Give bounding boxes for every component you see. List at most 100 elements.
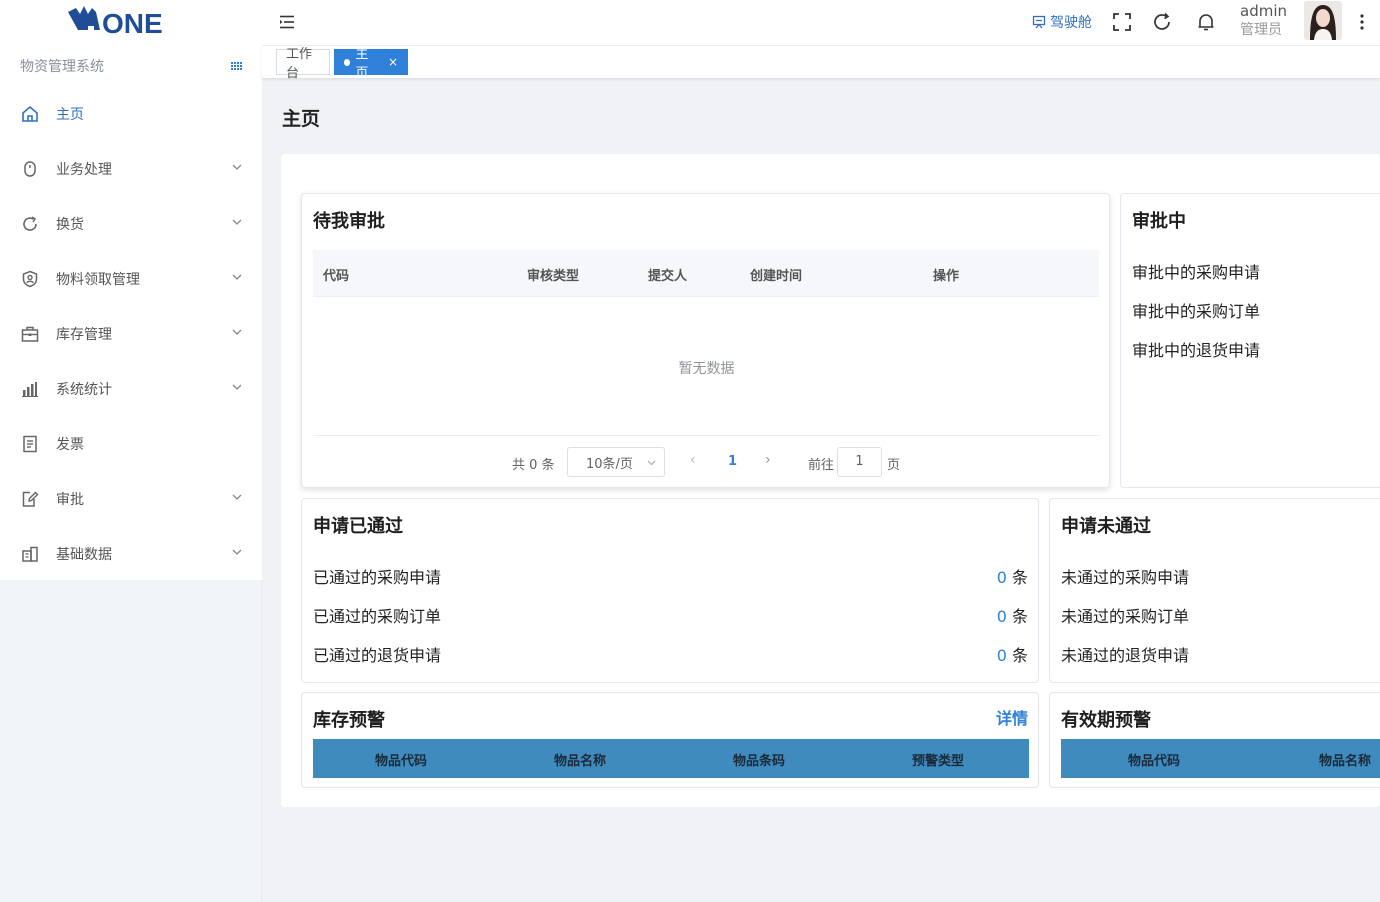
cockpit-label: 驾驶舱 — [1050, 15, 1092, 31]
user-info[interactable]: admin 管理员 — [1240, 2, 1287, 40]
hamburger-menu-icon[interactable] — [278, 13, 296, 31]
page-title: 主页 — [282, 108, 321, 130]
in-approval-item[interactable]: 审批中的采购订单 — [1132, 298, 1260, 322]
fullscreen-icon[interactable] — [1112, 12, 1132, 32]
page-size-select[interactable]: 10条/页 — [567, 447, 665, 477]
column-header: 操作 — [933, 269, 960, 284]
table-header: 物品代码 物品名称 物品条码 预警类型 — [313, 739, 1029, 778]
count-value[interactable]: 0 — [997, 568, 1007, 587]
rejected-item[interactable]: 未通过的采购订单 — [1061, 603, 1189, 627]
next-page-button[interactable]: › — [765, 452, 771, 468]
goto-label: 前往 — [808, 458, 835, 473]
refresh-icon[interactable] — [1152, 12, 1172, 32]
briefcase-icon — [21, 325, 39, 343]
rejected-item[interactable]: 未通过的采购申请 — [1061, 564, 1189, 588]
card-title: 待我审批 — [313, 211, 385, 232]
current-page-number[interactable]: 1 — [728, 454, 737, 469]
bar-chart-icon — [21, 380, 39, 398]
sidebar-item-base-data[interactable]: 基础数据 — [0, 526, 262, 581]
column-header: 代码 — [323, 269, 350, 284]
sidebar-item-label: 库存管理 — [56, 326, 112, 343]
grid-menu-icon[interactable] — [230, 59, 244, 73]
in-approval-item[interactable]: 审批中的退货申请 — [1132, 337, 1260, 361]
approved-count: 0条 — [997, 564, 1028, 588]
count-unit: 条 — [1011, 607, 1028, 626]
shield-user-icon — [21, 270, 39, 288]
chevron-down-icon — [232, 329, 242, 335]
sidebar-item-exchange[interactable]: 换货 — [0, 196, 262, 251]
in-approval-card: 审批中 审批中的采购申请 审批中的采购订单 审批中的退货申请 — [1120, 193, 1380, 488]
count-unit: 条 — [1011, 646, 1028, 665]
sidebar-item-approval[interactable]: 审批 — [0, 471, 262, 526]
building-chart-icon — [21, 545, 39, 563]
divider — [313, 435, 1099, 436]
sidebar-item-invoice[interactable]: 发票 — [0, 416, 262, 471]
active-dot-icon — [344, 58, 351, 66]
edit-doc-icon — [21, 490, 39, 508]
user-role: 管理员 — [1240, 22, 1282, 38]
tab-workbench[interactable]: 工作台 — [276, 47, 330, 81]
sidebar-item-label: 主页 — [56, 106, 84, 123]
sidebar-item-material-pickup[interactable]: 物料领取管理 — [0, 251, 262, 306]
mouse-icon — [21, 160, 39, 178]
sidebar-item-statistics[interactable]: 系统统计 — [0, 361, 262, 416]
more-vertical-icon[interactable] — [1357, 12, 1367, 32]
rejected-item[interactable]: 未通过的退货申请 — [1061, 642, 1189, 666]
logo-text: ONE — [102, 8, 163, 38]
chevron-down-icon — [232, 384, 242, 390]
table-header: 代码 审核类型 提交人 创建时间 操作 — [313, 250, 1099, 297]
approved-item[interactable]: 已通过的采购申请 — [313, 564, 441, 588]
sidebar-item-label: 业务处理 — [56, 161, 112, 178]
system-name: 物资管理系统 — [20, 59, 104, 75]
sidebar-item-business[interactable]: 业务处理 — [0, 141, 262, 196]
avatar-image — [1304, 1, 1342, 40]
column-header: 物品代码 — [375, 754, 428, 769]
sidebar-menu: 主页 业务处理 换货 物料领取管理 库存管理 系统统计 发票 审批 基础数据 — [0, 86, 262, 581]
goto-page-input[interactable]: 1 — [837, 447, 882, 477]
document-icon — [21, 435, 39, 453]
sidebar-item-home[interactable]: 主页 — [0, 86, 262, 141]
prev-page-button[interactable]: ‹ — [690, 452, 696, 468]
pagination-total: 共 0 条 — [512, 458, 555, 473]
tab-home[interactable]: 主页 × — [334, 47, 408, 81]
pending-approval-card: 待我审批 代码 审核类型 提交人 创建时间 操作 暂无数据 共 0 条 10条/… — [301, 193, 1110, 488]
approved-count: 0条 — [997, 642, 1028, 666]
card-title: 申请未通过 — [1061, 516, 1151, 537]
notification-bell-icon[interactable] — [1196, 12, 1216, 32]
top-header: 驾驶舱 admin 管理员 — [262, 0, 1380, 46]
column-header: 物品条码 — [733, 754, 786, 769]
app-logo[interactable]: ONE — [66, 4, 174, 38]
cockpit-link[interactable]: 驾驶舱 — [1032, 12, 1092, 32]
in-approval-item[interactable]: 审批中的采购申请 — [1132, 259, 1260, 283]
tab-label: 工作台 — [286, 47, 313, 81]
table-header: 物品代码 物品名称 — [1061, 739, 1380, 778]
avatar[interactable] — [1304, 1, 1342, 40]
chevron-down-icon — [232, 494, 242, 500]
approved-item[interactable]: 已通过的采购订单 — [313, 603, 441, 627]
column-header: 预警类型 — [912, 754, 965, 769]
column-header: 物品名称 — [1319, 754, 1372, 769]
column-header: 物品代码 — [1128, 754, 1181, 769]
chevron-down-icon — [232, 219, 242, 225]
page-suffix: 页 — [887, 458, 901, 473]
chevron-down-icon — [232, 164, 242, 170]
sidebar-item-inventory[interactable]: 库存管理 — [0, 306, 262, 361]
chevron-down-icon — [647, 460, 656, 466]
approved-card: 申请已通过 已通过的采购申请 0条 已通过的采购订单 0条 已通过的退货申请 0… — [301, 498, 1039, 683]
logo-icon: ONE — [68, 6, 163, 38]
close-icon[interactable]: × — [388, 55, 398, 69]
count-value[interactable]: 0 — [997, 607, 1007, 626]
sidebar: ONE 物资管理系统 主页 业务处理 换货 物料领取管理 库存管理 系统统计 发… — [0, 0, 262, 902]
empty-state-text: 暂无数据 — [678, 361, 735, 377]
count-value[interactable]: 0 — [997, 646, 1007, 665]
card-title: 审批中 — [1132, 211, 1186, 232]
sidebar-item-label: 系统统计 — [56, 381, 112, 398]
dashboard-icon — [1032, 15, 1046, 29]
approved-item[interactable]: 已通过的退货申请 — [313, 642, 441, 666]
sidebar-item-label: 发票 — [56, 436, 84, 453]
details-link[interactable]: 详情 — [996, 705, 1028, 729]
rejected-card: 申请未通过 未通过的采购申请 未通过的采购订单 未通过的退货申请 — [1049, 498, 1380, 683]
approved-count: 0条 — [997, 603, 1028, 627]
tabs-bar: 工作台 主页 × — [262, 46, 1380, 81]
refresh-icon — [21, 215, 39, 233]
